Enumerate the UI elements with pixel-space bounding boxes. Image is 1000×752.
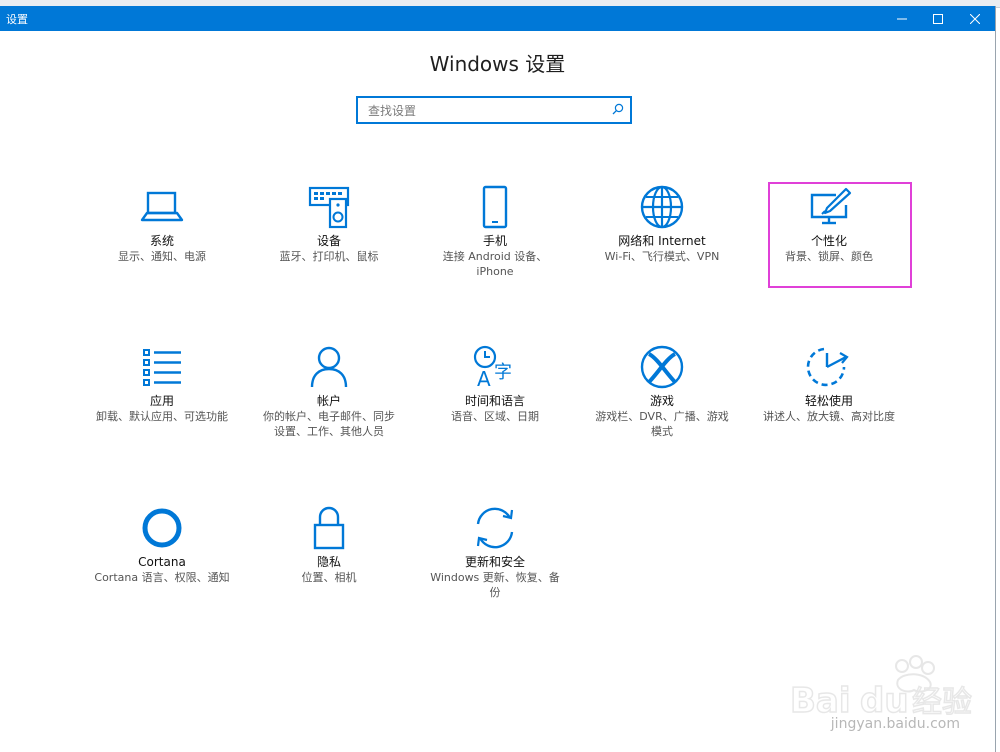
- tile-devices[interactable]: 设备 蓝牙、打印机、鼠标: [254, 182, 404, 264]
- search-icon[interactable]: [612, 103, 624, 115]
- svg-text:字: 字: [494, 362, 512, 383]
- tile-system-label: 系统: [149, 234, 174, 248]
- tile-time-language-label: 时间和语言: [464, 394, 525, 408]
- tile-privacy[interactable]: 隐私 位置、相机: [254, 503, 404, 585]
- phone-icon: [482, 185, 508, 229]
- tile-cortana[interactable]: Cortana Cortana 语言、权限、通知: [87, 503, 237, 585]
- tile-apps-label: 应用: [149, 394, 174, 408]
- tile-time-language[interactable]: A 字 时间和语言 语音、区域、日期: [420, 342, 570, 424]
- svg-text:du: du: [860, 681, 909, 721]
- search-box[interactable]: [356, 96, 632, 124]
- svg-text:Bai: Bai: [790, 681, 851, 721]
- sync-arrows-icon: [476, 507, 514, 549]
- ease-of-access-icon: [806, 347, 849, 387]
- globe-icon: [640, 185, 684, 229]
- cortana-ring-icon: [142, 508, 182, 548]
- tile-gaming-label: 游戏: [649, 394, 674, 408]
- tile-privacy-label: 隐私: [316, 555, 341, 569]
- tile-network-label: 网络和 Internet: [618, 234, 706, 248]
- tile-accounts-label: 帐户: [316, 394, 341, 408]
- tile-update-security-label: 更新和安全: [464, 555, 525, 569]
- close-button[interactable]: [957, 6, 993, 31]
- tile-accounts-desc: 你的帐户、电子邮件、同步设置、工作、其他人员: [263, 410, 395, 438]
- tile-phone[interactable]: 手机 连接 Android 设备、iPhone: [420, 182, 570, 279]
- tile-cortana-label: Cortana: [138, 555, 186, 569]
- close-icon: [970, 13, 980, 24]
- svg-text:经验: 经验: [912, 685, 972, 720]
- settings-window: 设置 Windows 设置 系统 显示、通知、电源: [0, 6, 996, 752]
- tile-personalization-desc: 背景、锁屏、颜色: [785, 250, 873, 263]
- tile-cortana-desc: Cortana 语言、权限、通知: [94, 571, 230, 584]
- tile-ease-of-access-desc: 讲述人、放大镜、高对比度: [763, 410, 895, 423]
- laptop-icon: [140, 191, 184, 222]
- tile-update-security-desc: Windows 更新、恢复、备份: [430, 571, 560, 599]
- tile-privacy-desc: 位置、相机: [301, 571, 357, 584]
- tile-system-desc: 显示、通知、电源: [118, 250, 206, 263]
- tile-time-language-desc: 语音、区域、日期: [451, 410, 539, 423]
- tile-apps-desc: 卸载、默认应用、可选功能: [96, 410, 228, 423]
- minimize-icon: [897, 18, 907, 19]
- minimize-button[interactable]: [884, 6, 920, 31]
- time-language-icon: A 字: [473, 345, 512, 390]
- tile-network[interactable]: 网络和 Internet Wi-Fi、飞行模式、VPN: [587, 182, 737, 264]
- person-icon: [310, 346, 348, 388]
- tile-update-security[interactable]: 更新和安全 Windows 更新、恢复、备份: [420, 503, 570, 600]
- maximize-icon: [933, 13, 943, 24]
- lock-icon: [313, 506, 345, 550]
- maximize-button[interactable]: [920, 6, 956, 31]
- tile-phone-desc: 连接 Android 设备、iPhone: [442, 250, 548, 278]
- xbox-icon: [640, 345, 684, 389]
- personalization-icon: [810, 187, 852, 225]
- window-title: 设置: [6, 13, 28, 26]
- title-bar[interactable]: 设置: [0, 6, 995, 31]
- tile-system[interactable]: 系统 显示、通知、电源: [87, 182, 237, 264]
- tile-ease-of-access[interactable]: 轻松使用 讲述人、放大镜、高对比度: [754, 342, 904, 424]
- search-input[interactable]: [366, 99, 610, 123]
- tile-personalization[interactable]: 个性化 背景、锁屏、颜色: [754, 182, 904, 264]
- tile-personalization-label: 个性化: [810, 234, 847, 248]
- watermark-url: jingyan.baidu.com: [830, 716, 960, 732]
- tile-gaming[interactable]: 游戏 游戏栏、DVR、广播、游戏模式: [587, 342, 737, 439]
- tile-devices-desc: 蓝牙、打印机、鼠标: [279, 250, 379, 263]
- tile-gaming-desc: 游戏栏、DVR、广播、游戏模式: [595, 410, 729, 438]
- apps-list-icon: [143, 349, 181, 386]
- tile-network-desc: Wi-Fi、飞行模式、VPN: [604, 250, 720, 263]
- tile-phone-label: 手机: [482, 234, 507, 248]
- tile-apps[interactable]: 应用 卸载、默认应用、可选功能: [87, 342, 237, 424]
- tile-accounts[interactable]: 帐户 你的帐户、电子邮件、同步设置、工作、其他人员: [254, 342, 404, 439]
- devices-icon: [308, 186, 350, 229]
- page-title: Windows 设置: [429, 52, 566, 76]
- svg-text:A: A: [477, 367, 491, 390]
- tile-devices-label: 设备: [316, 234, 341, 248]
- tile-ease-of-access-label: 轻松使用: [804, 394, 853, 408]
